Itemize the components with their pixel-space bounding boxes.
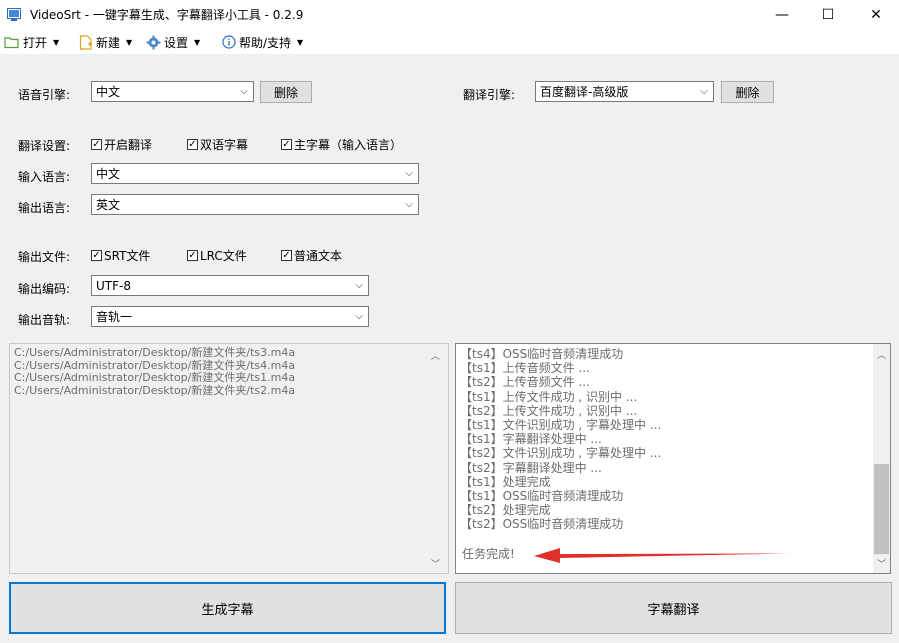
checkbox-check-icon: ✓ [187, 138, 198, 150]
log-line: 【ts4】OSS临时音频清理成功 [460, 347, 624, 361]
scroll-up-icon[interactable]: ︿ [877, 348, 886, 361]
folder-icon [4, 36, 19, 48]
chevron-down-icon: ⌵ [355, 280, 363, 291]
chevron-down-icon: ⌵ [240, 86, 248, 97]
red-arrow-annotation [534, 548, 790, 563]
log-line: 【ts1】上传音频文件 ... [460, 361, 590, 376]
speech-engine-label: 语音引擎: [18, 88, 71, 102]
log-line: 【ts1】处理完成 [460, 474, 551, 489]
main-subtitle-checkbox[interactable]: ✓ 主字幕（输入语言） [281, 136, 402, 153]
output-encoding-label: 输出编码: [18, 282, 71, 296]
translate-subtitle-button[interactable]: 字幕翻译 [455, 582, 892, 634]
chevron-down-icon: ▼ [126, 37, 133, 47]
close-button[interactable]: ✕ [853, 0, 899, 30]
menu-new[interactable]: 新建 ▼ [79, 33, 132, 51]
plain-text-checkbox[interactable]: ✓ 普通文本 [281, 247, 342, 264]
checkbox-check-icon: ✓ [281, 138, 292, 150]
translate-engine-select[interactable]: 百度翻译-高级版 ⌵ [535, 81, 714, 102]
log-line: 【ts2】处理完成 [460, 503, 551, 518]
output-encoding-select[interactable]: UTF-8 ⌵ [91, 275, 369, 296]
scrollbar-thumb[interactable] [874, 464, 889, 554]
srt-file-checkbox[interactable]: ✓ SRT文件 [91, 247, 150, 264]
log-pane[interactable]: 【ts4】OSS临时音频清理成功 【ts1】上传音频文件 ... 【ts2】上传… [455, 343, 891, 574]
menu-bar [0, 30, 899, 54]
translate-settings-label: 翻译设置: [18, 139, 71, 153]
bilingual-subtitle-checkbox[interactable]: ✓ 双语字幕 [187, 136, 248, 153]
output-track-select[interactable]: 音轨一 ⌵ [91, 306, 369, 327]
file-list: C:/Users/Administrator/Desktop/新建文件夹/ts3… [14, 346, 296, 397]
task-complete-text: 任务完成! [462, 547, 515, 561]
checkbox-check-icon: ✓ [91, 138, 102, 150]
output-file-label: 输出文件: [18, 250, 71, 264]
speech-engine-select[interactable]: 中文 ⌵ [91, 81, 254, 102]
log-line: 【ts2】上传文件成功 , 识别中 ... [460, 403, 638, 418]
file-list-pane[interactable]: C:/Users/Administrator/Desktop/新建文件夹/ts3… [9, 343, 449, 574]
file-path: C:/Users/Administrator/Desktop/新建文件夹/ts3… [14, 346, 296, 359]
generate-subtitle-button[interactable]: 生成字幕 [9, 582, 446, 634]
chevron-down-icon: ▼ [53, 37, 60, 47]
log-line: 【ts2】OSS临时音频清理成功 [460, 517, 624, 532]
scroll-up-icon[interactable]: ︿ [431, 349, 440, 362]
menu-open[interactable]: 打开 ▼ [4, 33, 59, 51]
log-line: 【ts1】文件识别成功 , 字幕处理中 ... [460, 418, 662, 433]
log-line: 【ts1】上传文件成功 , 识别中 ... [460, 389, 638, 404]
menu-settings[interactable]: 设置 ▼ [146, 33, 200, 51]
delete-speech-engine-button[interactable]: 删除 [260, 81, 312, 103]
minimize-button[interactable]: — [759, 0, 805, 30]
lrc-file-checkbox[interactable]: ✓ LRC文件 [187, 247, 247, 264]
gear-icon [146, 35, 161, 49]
log-line: 【ts2】文件识别成功 , 字幕处理中 ... [460, 446, 662, 461]
output-track-label: 输出音轨: [18, 313, 71, 327]
log-line: 【ts1】OSS临时音频清理成功 [460, 489, 624, 504]
checkbox-check-icon: ✓ [91, 249, 102, 261]
chevron-down-icon: ⌵ [700, 86, 708, 97]
log-line: 【ts2】上传音频文件 ... [460, 375, 590, 390]
chevron-down-icon: ⌵ [405, 168, 413, 179]
window-title: VideoSrt - 一键字幕生成、字幕翻译小工具 - 0.2.9 [30, 8, 304, 22]
log-line: 【ts1】字幕翻译处理中 ... [460, 432, 602, 447]
log-scrollbar[interactable]: ︿ ﹀ [873, 344, 890, 573]
chevron-down-icon: ▼ [194, 37, 201, 47]
file-path: C:/Users/Administrator/Desktop/新建文件夹/ts2… [14, 383, 296, 397]
info-icon [222, 35, 236, 49]
input-language-label: 输入语言: [18, 170, 71, 184]
new-file-icon [79, 34, 92, 50]
log-line: 【ts2】字幕翻译处理中 ... [460, 460, 602, 475]
app-icon [7, 8, 21, 21]
chevron-down-icon: ▼ [297, 37, 304, 47]
chevron-down-icon: ⌵ [355, 311, 363, 322]
input-language-select[interactable]: 中文 ⌵ [91, 163, 419, 184]
menu-help[interactable]: 帮助/支持 ▼ [222, 33, 303, 51]
chevron-down-icon: ⌵ [405, 199, 413, 210]
checkbox-check-icon: ✓ [187, 249, 198, 261]
output-language-label: 输出语言: [18, 201, 71, 215]
output-language-select[interactable]: 英文 ⌵ [91, 194, 419, 215]
delete-translate-engine-button[interactable]: 删除 [721, 81, 774, 103]
file-path: C:/Users/Administrator/Desktop/新建文件夹/ts1… [14, 371, 296, 384]
scroll-down-icon[interactable]: ﹀ [877, 557, 886, 570]
scroll-down-icon[interactable]: ﹀ [431, 557, 440, 570]
maximize-button[interactable]: ☐ [805, 0, 851, 30]
log-list: 【ts4】OSS临时音频清理成功 【ts1】上传音频文件 ... 【ts2】上传… [460, 347, 865, 532]
translate-engine-label: 翻译引擎: [463, 88, 516, 102]
checkbox-check-icon: ✓ [281, 249, 292, 261]
enable-translate-checkbox[interactable]: ✓ 开启翻译 [91, 136, 152, 153]
